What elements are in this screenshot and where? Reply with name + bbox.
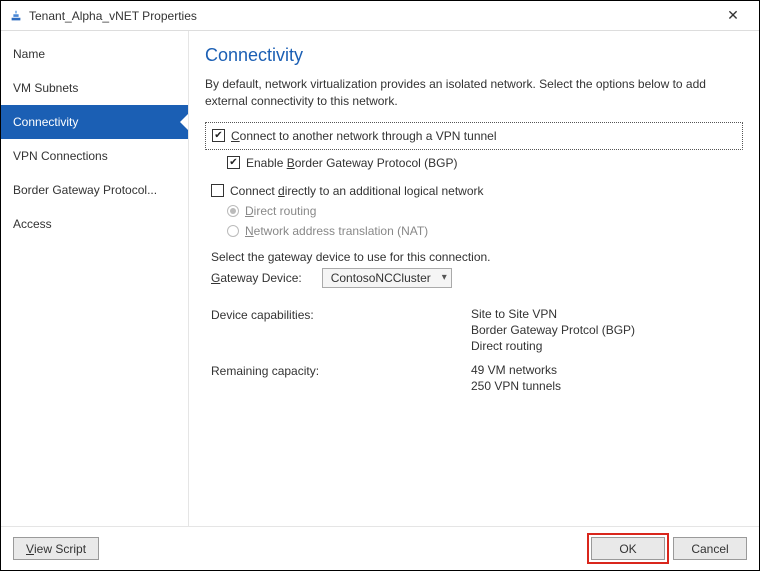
radio-direct-routing: Direct routing [227, 202, 743, 220]
app-icon [9, 9, 23, 23]
checkbox-label: Enable Border Gateway Protocol (BGP) [246, 156, 457, 170]
radio-label: Network address translation (NAT) [245, 224, 428, 238]
checkbox-label: Connect directly to an additional logica… [230, 184, 484, 198]
sidebar: Name VM Subnets Connectivity VPN Connect… [1, 31, 189, 526]
remaining-capacity-label: Remaining capacity: [211, 362, 461, 394]
checkbox-icon [211, 184, 224, 197]
checkbox-enable-bgp[interactable]: Enable Border Gateway Protocol (BGP) [227, 154, 743, 172]
gateway-device-label: Gateway Device: [211, 271, 302, 285]
vpn-option-group: Connect to another network through a VPN… [205, 122, 743, 150]
gateway-device-combo[interactable]: ContosoNCCluster ▾ [322, 268, 452, 288]
page-description: By default, network virtualization provi… [205, 76, 743, 110]
radio-nat: Network address translation (NAT) [227, 222, 743, 240]
checkbox-label: Connect to another network through a VPN… [231, 129, 497, 143]
window-title: Tenant_Alpha_vNET Properties [29, 9, 715, 23]
sidebar-item-vm-subnets[interactable]: VM Subnets [1, 71, 188, 105]
cancel-button[interactable]: Cancel [673, 537, 747, 560]
checkbox-icon [212, 129, 225, 142]
content-pane: Connectivity By default, network virtual… [189, 31, 759, 526]
checkbox-icon [227, 156, 240, 169]
sidebar-item-vpn-connections[interactable]: VPN Connections [1, 139, 188, 173]
capability-value: Site to Site VPN [471, 306, 743, 322]
sidebar-item-access[interactable]: Access [1, 207, 188, 241]
footer: View Script OK Cancel [1, 526, 759, 570]
gateway-prompt: Select the gateway device to use for thi… [205, 250, 743, 264]
capability-value: Direct routing [471, 338, 743, 354]
remaining-value: 250 VPN tunnels [471, 378, 743, 394]
checkbox-connect-direct[interactable]: Connect directly to an additional logica… [205, 182, 743, 200]
radio-icon [227, 225, 239, 237]
ok-button[interactable]: OK [591, 537, 665, 560]
combo-value: ContosoNCCluster [331, 271, 431, 285]
close-button[interactable]: ✕ [715, 7, 751, 24]
sidebar-item-connectivity[interactable]: Connectivity [1, 105, 188, 139]
chevron-down-icon: ▾ [442, 272, 447, 283]
view-script-button[interactable]: View Script [13, 537, 99, 560]
capability-value: Border Gateway Protcol (BGP) [471, 322, 743, 338]
sidebar-item-bgp[interactable]: Border Gateway Protocol... [1, 173, 188, 207]
sidebar-item-name[interactable]: Name [1, 37, 188, 71]
titlebar: Tenant_Alpha_vNET Properties ✕ [1, 1, 759, 31]
remaining-value: 49 VM networks [471, 362, 743, 378]
device-capabilities-label: Device capabilities: [211, 306, 461, 354]
checkbox-connect-vpn[interactable]: Connect to another network through a VPN… [212, 127, 736, 145]
page-title: Connectivity [205, 45, 743, 66]
radio-label: Direct routing [245, 204, 316, 218]
radio-icon [227, 205, 239, 217]
